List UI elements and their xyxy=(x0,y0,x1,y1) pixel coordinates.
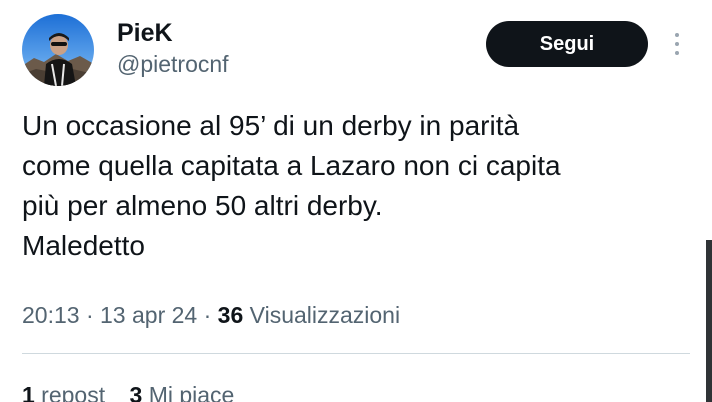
tweet-date[interactable]: 13 apr 24 xyxy=(100,302,197,328)
tweet-header: PieK @pietrocnf Segui xyxy=(22,14,690,86)
avatar-image xyxy=(22,14,94,86)
scrollbar[interactable] xyxy=(706,240,712,402)
more-vertical-icon xyxy=(675,33,679,55)
likes-label: Mi piace xyxy=(142,382,235,402)
reposts-label: repost xyxy=(34,382,106,402)
follow-button[interactable]: Segui xyxy=(486,21,648,67)
tweet-text-line: come quella capitata a Lazaro non ci cap… xyxy=(22,150,561,181)
views-label: Visualizzazioni xyxy=(243,302,401,328)
tweet-time[interactable]: 20:13 xyxy=(22,302,80,328)
tweet-text-line: Un occasione al 95’ di un derby in parit… xyxy=(22,110,520,141)
avatar[interactable] xyxy=(22,14,94,86)
engagement-stats: 1 repost 3 Mi piace xyxy=(22,380,252,402)
author-names: PieK @pietrocnf xyxy=(117,18,229,79)
divider xyxy=(22,353,690,354)
tweet-text: Un occasione al 95’ di un derby in parit… xyxy=(22,106,692,266)
likes-stat[interactable]: 3 Mi piace xyxy=(130,380,235,402)
tweet-text-line: Maledetto xyxy=(22,230,145,261)
author-handle[interactable]: @pietrocnf xyxy=(117,49,229,79)
likes-count: 3 xyxy=(129,382,143,402)
tweet-page: PieK @pietrocnf Segui Un occasione al 95… xyxy=(0,0,712,402)
more-options-button[interactable] xyxy=(666,26,688,62)
views-count: 36 xyxy=(217,302,244,328)
meta-separator: · xyxy=(79,302,101,328)
tweet-meta: 20:13 · 13 apr 24 · 36 Visualizzazioni xyxy=(22,300,400,330)
reposts-stat[interactable]: 1 repost xyxy=(22,380,105,402)
reposts-count: 1 xyxy=(22,382,35,402)
tweet-text-line: più per almeno 50 altri derby. xyxy=(22,190,383,221)
meta-separator: · xyxy=(197,302,218,328)
author-display-name[interactable]: PieK xyxy=(117,18,229,48)
